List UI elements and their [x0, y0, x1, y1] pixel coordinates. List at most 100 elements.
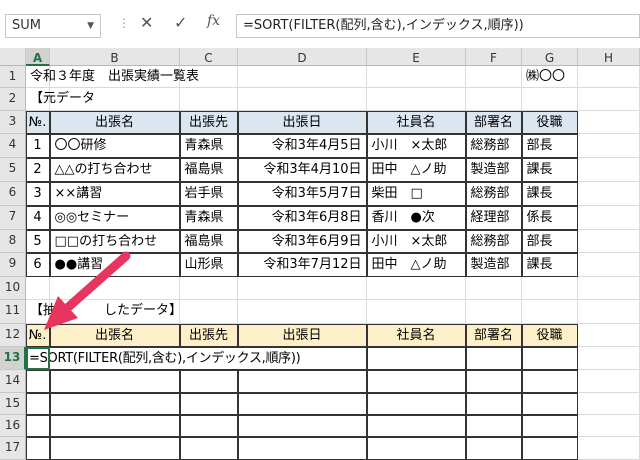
grid-cell[interactable]	[367, 300, 466, 324]
enter-icon[interactable]: ✓	[174, 13, 187, 32]
formula-input[interactable]: =SORT(FILTER(配列,含む),インデックス,順序))	[236, 14, 640, 38]
row-header-10[interactable]: 10	[0, 277, 26, 300]
result-cell[interactable]	[521, 392, 578, 415]
result-cell[interactable]	[237, 436, 367, 460]
result-cell[interactable]	[366, 414, 466, 437]
grid-cell[interactable]	[26, 277, 50, 300]
grid-cell[interactable]	[578, 182, 640, 206]
result-cell[interactable]	[521, 369, 578, 393]
drag-handle[interactable]: ⋮	[118, 16, 130, 30]
select-all-corner[interactable]	[0, 48, 26, 66]
row-header-3[interactable]: 3	[0, 111, 26, 134]
grid-cell[interactable]	[578, 206, 640, 230]
row-header-12[interactable]: 12	[0, 324, 26, 347]
grid-cell[interactable]	[466, 66, 522, 88]
result-cell[interactable]	[366, 392, 466, 415]
chevron-down-icon[interactable]: ▼	[87, 15, 94, 37]
row-header-6[interactable]: 6	[0, 182, 26, 206]
row-header-2[interactable]: 2	[0, 88, 26, 111]
result-cell[interactable]	[521, 414, 578, 437]
result-cell[interactable]	[25, 392, 50, 415]
result-cell[interactable]	[237, 369, 367, 393]
name-box[interactable]: SUM ▼	[5, 14, 101, 38]
result-cell[interactable]	[179, 392, 238, 415]
result-cell[interactable]	[237, 392, 367, 415]
result-cell[interactable]	[366, 369, 466, 393]
grid-cell[interactable]	[466, 277, 522, 300]
row-header-4[interactable]: 4	[0, 134, 26, 158]
result-cell[interactable]	[49, 369, 180, 393]
grid-cell[interactable]	[578, 88, 640, 111]
grid-cell[interactable]	[367, 66, 466, 88]
column-header-F[interactable]: F	[466, 48, 522, 66]
result-cell[interactable]	[465, 414, 522, 437]
result-cell[interactable]	[465, 369, 522, 393]
editing-formula-cell[interactable]: =SORT(FILTER(配列,含む),インデックス,順序))	[26, 347, 366, 370]
row-header-15[interactable]: 15	[0, 393, 26, 415]
row-header-13[interactable]: 13	[0, 347, 26, 370]
row-header-5[interactable]: 5	[0, 158, 26, 182]
column-header-H[interactable]: H	[578, 48, 640, 66]
row-header-9[interactable]: 9	[0, 253, 26, 277]
grid-cell[interactable]	[578, 437, 640, 460]
grid-cell[interactable]	[578, 324, 640, 347]
row-header-1[interactable]: 1	[0, 66, 26, 88]
result-cell[interactable]	[179, 369, 238, 393]
grid-cell[interactable]	[578, 253, 640, 277]
column-header-E[interactable]: E	[367, 48, 466, 66]
grid-cell[interactable]	[522, 300, 578, 324]
grid-cell[interactable]	[522, 88, 578, 111]
column-header-G[interactable]: G	[522, 48, 578, 66]
result-cell[interactable]	[465, 346, 522, 370]
result-cell[interactable]	[465, 392, 522, 415]
grid-cell[interactable]	[578, 111, 640, 134]
column-header-D[interactable]: D	[238, 48, 367, 66]
result-cell[interactable]	[237, 414, 367, 437]
grid-cell[interactable]	[367, 277, 466, 300]
result-cell[interactable]	[49, 436, 180, 460]
grid-cell[interactable]	[578, 393, 640, 415]
row-header-14[interactable]: 14	[0, 370, 26, 393]
grid-cell[interactable]	[466, 300, 522, 324]
grid-cell[interactable]	[522, 277, 578, 300]
row-header-7[interactable]: 7	[0, 206, 26, 230]
grid-cell[interactable]	[578, 134, 640, 158]
grid-cell[interactable]	[238, 88, 367, 111]
grid-cell[interactable]	[578, 347, 640, 370]
result-cell[interactable]	[521, 346, 578, 370]
grid-cell[interactable]	[578, 370, 640, 393]
column-header-C[interactable]: C	[180, 48, 238, 66]
grid-cell[interactable]	[180, 277, 238, 300]
result-cell[interactable]	[49, 414, 180, 437]
result-cell[interactable]	[25, 436, 50, 460]
result-cell[interactable]	[179, 436, 238, 460]
result-cell[interactable]	[25, 369, 50, 393]
data-cell: 2	[25, 157, 50, 182]
result-cell[interactable]	[465, 436, 522, 460]
insert-function-icon[interactable]: fx	[207, 13, 220, 29]
grid-cell[interactable]	[578, 277, 640, 300]
result-cell[interactable]	[366, 346, 466, 370]
grid-cell[interactable]	[578, 158, 640, 182]
result-cell[interactable]	[49, 392, 180, 415]
result-cell[interactable]	[179, 414, 238, 437]
row-header-17[interactable]: 17	[0, 437, 26, 460]
grid-cell[interactable]	[238, 277, 367, 300]
cancel-icon[interactable]: ✕	[140, 13, 153, 32]
row-header-8[interactable]: 8	[0, 230, 26, 253]
result-cell[interactable]	[25, 414, 50, 437]
grid-cell[interactable]	[50, 277, 180, 300]
column-header-A[interactable]: A	[26, 48, 50, 66]
grid-cell[interactable]	[578, 300, 640, 324]
grid-cell[interactable]	[578, 66, 640, 88]
result-cell[interactable]	[521, 436, 578, 460]
grid-cell[interactable]	[367, 88, 466, 111]
row-header-11[interactable]: 11	[0, 300, 26, 324]
column-header-B[interactable]: B	[50, 48, 180, 66]
row-header-16[interactable]: 16	[0, 415, 26, 437]
result-cell[interactable]	[366, 436, 466, 460]
active-cell-indicator[interactable]	[26, 347, 50, 370]
grid-cell[interactable]	[578, 415, 640, 437]
grid-cell[interactable]	[466, 88, 522, 111]
grid-cell[interactable]	[578, 230, 640, 253]
